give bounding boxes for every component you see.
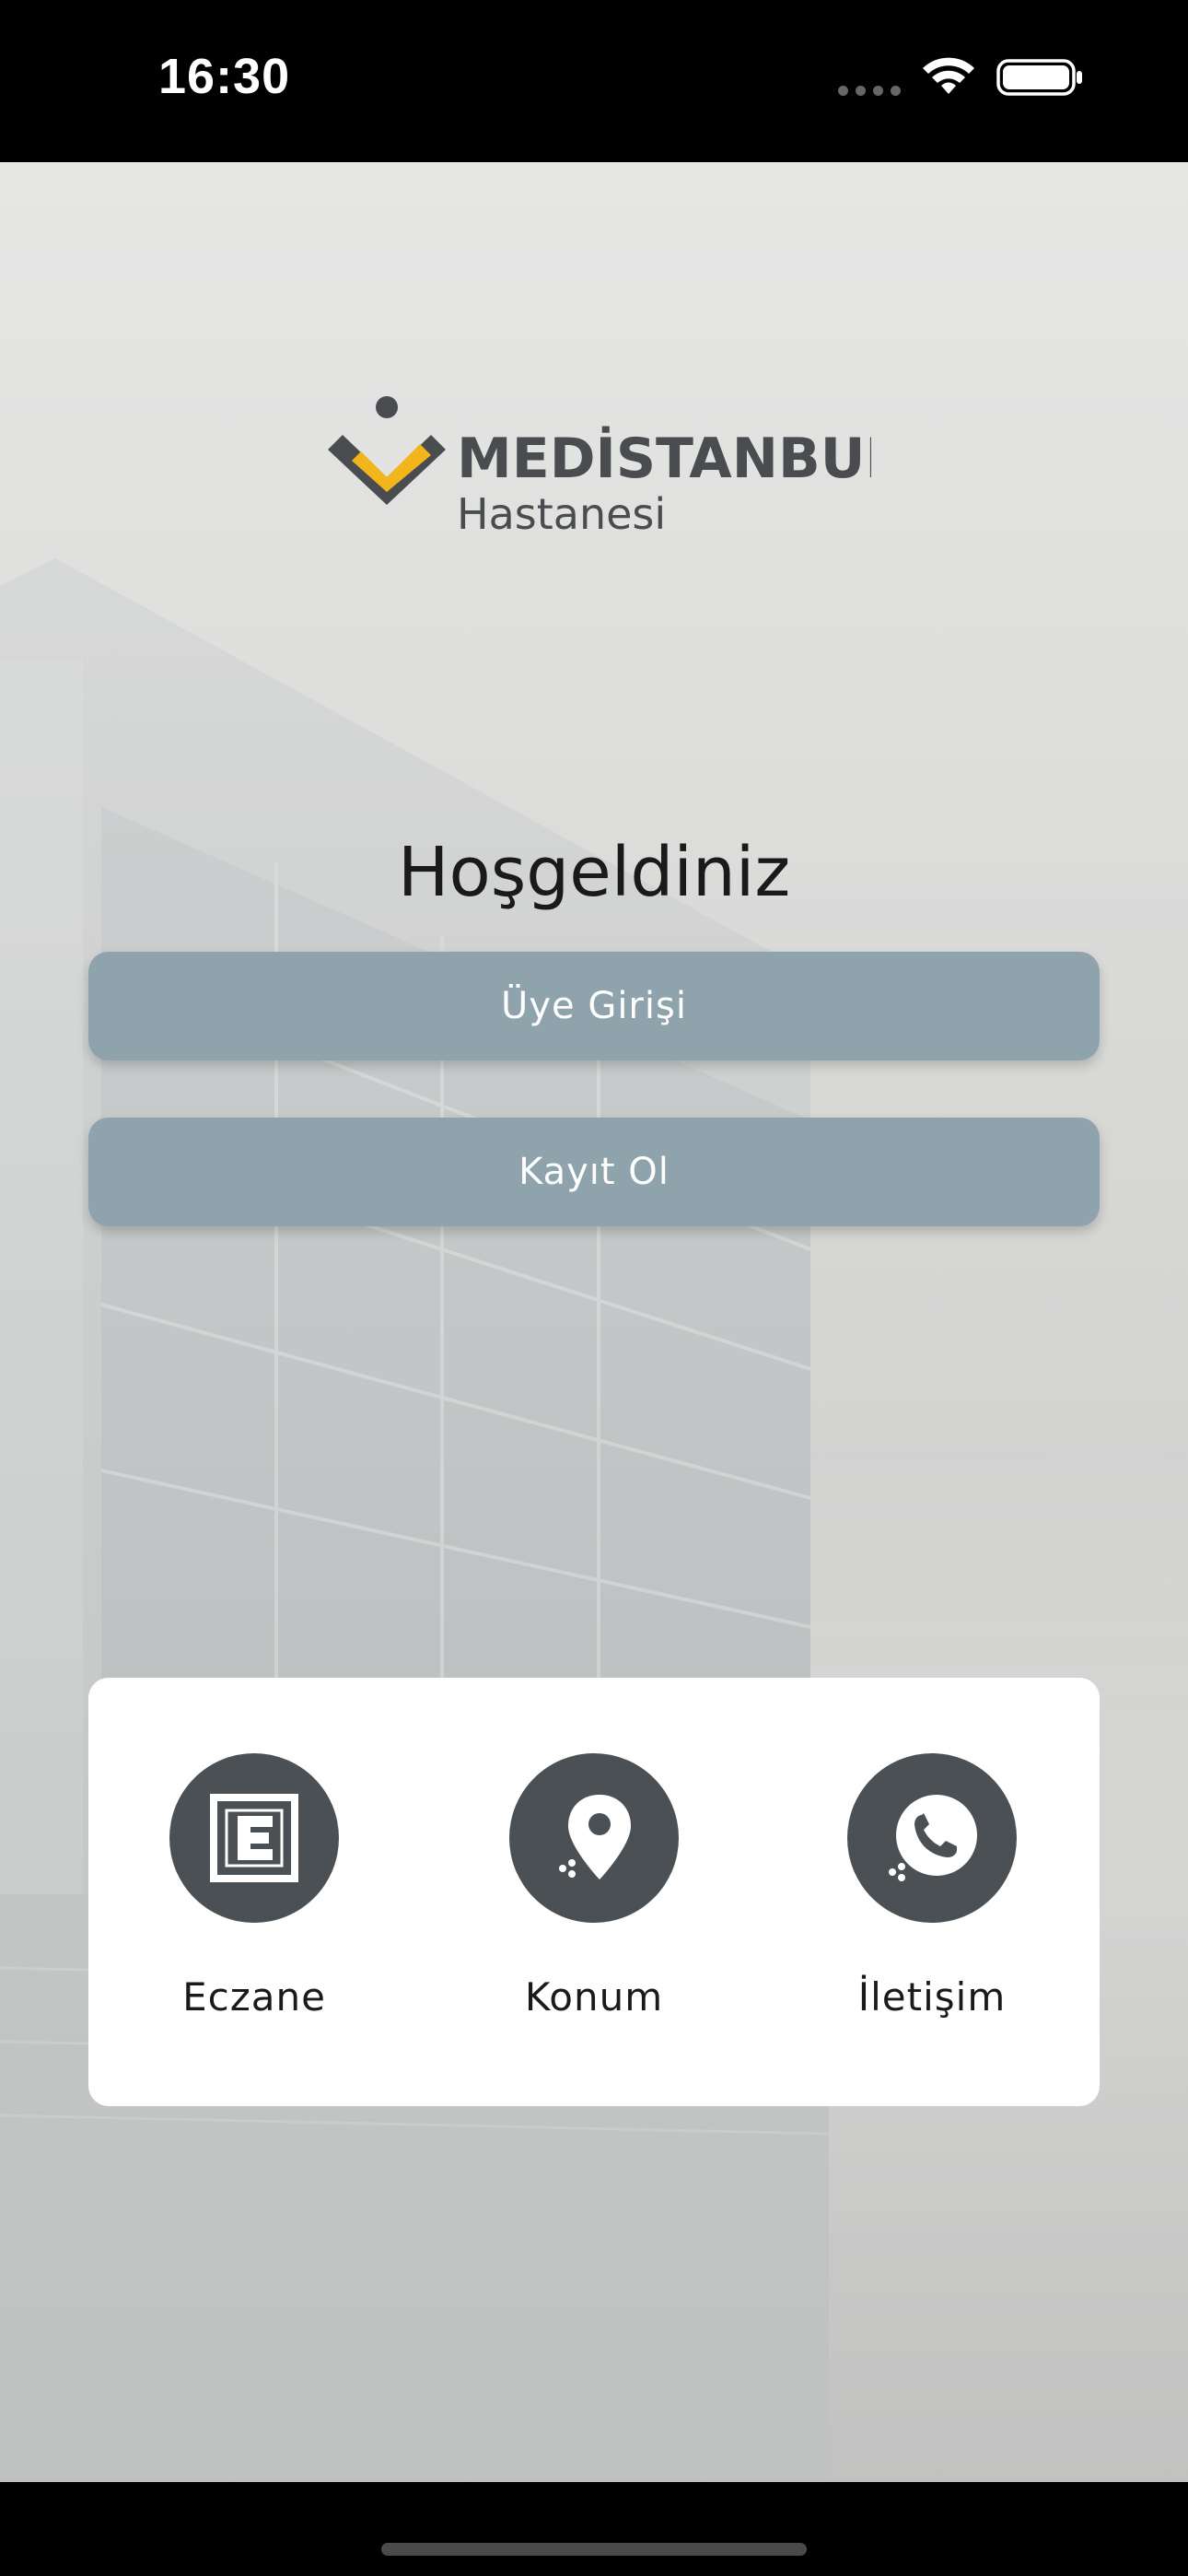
- location-label: Konum: [524, 1974, 664, 2020]
- status-bar: 16:30: [0, 0, 1188, 162]
- svg-text:MEDİSTANBUL: MEDİSTANBUL: [457, 425, 871, 491]
- quick-actions-card: Eczane Konum İletişim: [88, 1678, 1100, 2106]
- pharmacy-action[interactable]: Eczane: [116, 1753, 392, 2020]
- wifi-icon: [923, 57, 974, 94]
- svg-text:Hastanesi: Hastanesi: [457, 489, 666, 539]
- pharmacy-icon-circle[interactable]: [169, 1753, 339, 1923]
- login-button[interactable]: Üye Girişi: [88, 952, 1100, 1060]
- register-button[interactable]: Kayıt Ol: [88, 1118, 1100, 1226]
- main-screen: MEDİSTANBUL Hastanesi: [0, 162, 1188, 2482]
- home-bar: [0, 2482, 1188, 2576]
- home-indicator[interactable]: [381, 2543, 807, 2556]
- location-icon-circle[interactable]: [509, 1753, 679, 1923]
- battery-icon: [996, 59, 1082, 96]
- status-icons: [838, 57, 1085, 98]
- contact-label: İletişim: [857, 1974, 1007, 2020]
- heart-logo-icon: [328, 396, 446, 505]
- location-pin-icon: [559, 1795, 631, 1879]
- pharmacy-e-icon: [210, 1794, 298, 1882]
- contact-action[interactable]: İletişim: [794, 1753, 1070, 2020]
- cellular-signal-icon: [838, 59, 901, 96]
- phone-icon: [889, 1795, 977, 1881]
- location-action[interactable]: Konum: [456, 1753, 732, 2020]
- status-time: 16:30: [158, 49, 291, 104]
- welcome-title: Hoşgeldiniz: [397, 833, 791, 912]
- pharmacy-label: Eczane: [182, 1974, 326, 2020]
- contact-icon-circle[interactable]: [847, 1753, 1017, 1923]
- medistanbul-logo: MEDİSTANBUL Hastanesi: [328, 396, 871, 539]
